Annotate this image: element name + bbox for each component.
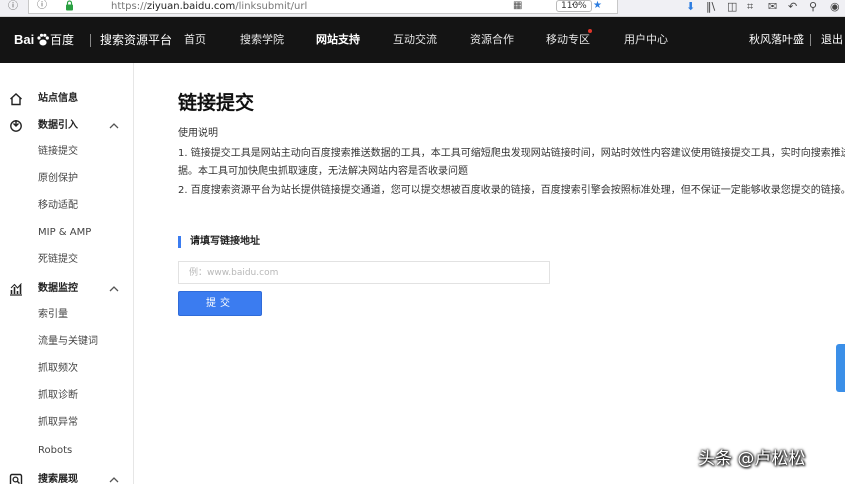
more-options-icon[interactable]: ··· xyxy=(571,0,581,12)
sidebar-group-label: 数据监控 xyxy=(38,283,78,294)
link-icon[interactable]: ⚲ xyxy=(809,1,817,13)
sidebar-item-crawl-errors[interactable]: 抓取异常 xyxy=(38,414,78,432)
logout-link[interactable]: 退出 xyxy=(821,31,843,49)
sidebar-group-label: 数据引入 xyxy=(38,120,78,131)
sidebar-item-crawl-diagnosis[interactable]: 抓取诊断 xyxy=(38,387,78,405)
sidebar-group-label: 搜索展现 xyxy=(38,474,78,484)
section-accent-bar xyxy=(178,236,181,248)
home-icon xyxy=(10,93,22,106)
qr-code-icon[interactable]: ▦ xyxy=(513,0,522,12)
paw-icon xyxy=(37,33,49,46)
notification-dot xyxy=(588,29,592,33)
usage-title: 使用说明 xyxy=(178,128,218,139)
sidebar-group-data-monitor[interactable]: 数据监控 xyxy=(0,279,134,299)
user-name[interactable]: 秋风落叶盛 xyxy=(749,31,804,49)
nav-search-academy[interactable]: 搜索学院 xyxy=(240,31,284,49)
nav-resource-cooperation[interactable]: 资源合作 xyxy=(470,31,514,49)
feedback-float-tab[interactable] xyxy=(836,344,845,392)
platform-name: 搜索资源平台 xyxy=(100,33,173,47)
nav-site-support[interactable]: 网站支持 xyxy=(316,31,360,49)
sidebar-item-index-volume[interactable]: 索引量 xyxy=(38,306,68,324)
download-icon[interactable]: ⬇ xyxy=(686,1,695,13)
search-display-icon xyxy=(9,473,23,484)
sidebar-item-robots[interactable]: Robots xyxy=(38,442,72,460)
crop-icon[interactable]: ⌗ xyxy=(747,1,753,13)
url-path: /linksubmit/url xyxy=(235,1,308,12)
link-url-input[interactable] xyxy=(178,261,550,284)
url-text: https://ziyuan.baidu.com/linksubmit/url xyxy=(111,0,307,13)
submit-button[interactable]: 提交 xyxy=(178,291,262,316)
address-bar[interactable]: ⓘ https://ziyuan.baidu.com/linksubmit/ur… xyxy=(28,0,618,14)
url-prefix: https:// xyxy=(111,1,147,12)
page-root: ⓘ ⓘ https://ziyuan.baidu.com/linksubmit/… xyxy=(0,0,845,484)
nav-mobile-zone[interactable]: 移动专区 xyxy=(546,31,590,49)
sidebar-group-search-display[interactable]: 搜索展现 xyxy=(0,470,134,484)
sidebar-item-label: 站点信息 xyxy=(38,93,78,104)
usage-line: 据。本工具可加快爬虫抓取速度，无法解决网站内容是否收录问题 xyxy=(178,166,468,177)
url-domain: ziyuan.baidu.com xyxy=(146,1,236,12)
undo-icon[interactable]: ↶ xyxy=(788,1,797,13)
top-navigation: Bai 百度 搜索资源平台 首页 搜索学院 网站支持 互动交流 资源合作 移动专… xyxy=(0,17,845,63)
sidebar-item-traffic-keywords[interactable]: 流量与关键词 xyxy=(38,333,98,351)
library-icon[interactable]: ‖\ xyxy=(706,1,715,13)
sidebar-item-mobile-adapt[interactable]: 移动适配 xyxy=(38,197,78,215)
sidebar-item-crawl-frequency[interactable]: 抓取频次 xyxy=(38,360,78,378)
sidebar-item-original-protection[interactable]: 原创保护 xyxy=(38,170,78,188)
account-icon[interactable]: ◉ xyxy=(830,1,840,13)
chevron-up-icon[interactable] xyxy=(109,122,119,129)
usage-line: 2. 百度搜索资源平台为站长提供链接提交通道，您可以提交想被百度收录的链接，百度… xyxy=(178,185,845,196)
chevron-up-icon[interactable] xyxy=(109,476,119,483)
sidebar: 站点信息 数据引入 链接提交 原创保护 移动适配 MIP & AMP 死链提交 … xyxy=(0,63,134,484)
nav-divider xyxy=(810,34,811,46)
site-info-icon[interactable]: ⓘ xyxy=(37,0,47,12)
chat-icon[interactable]: ✉ xyxy=(768,1,777,13)
page-title: 链接提交 xyxy=(178,92,255,114)
lock-icon[interactable] xyxy=(65,0,74,15)
bookmark-star-icon[interactable]: ★ xyxy=(593,0,602,12)
usage-line: 1. 链接提交工具是网站主动向百度搜索推送数据的工具，本工具可缩短爬虫发现网站链… xyxy=(178,148,845,159)
browser-toolbar: ⓘ ⓘ https://ziyuan.baidu.com/linksubmit/… xyxy=(0,0,845,17)
sidebar-item-dead-link[interactable]: 死链提交 xyxy=(38,251,78,269)
chevron-up-icon[interactable] xyxy=(109,285,119,292)
section-title: 请填写链接地址 xyxy=(190,236,260,247)
nav-home[interactable]: 首页 xyxy=(184,31,206,49)
nav-interaction[interactable]: 互动交流 xyxy=(393,31,437,49)
logo-divider xyxy=(90,34,91,47)
chart-icon xyxy=(10,283,22,296)
sidebar-toggle-icon[interactable]: ◫ xyxy=(727,1,737,13)
logo-text-bai: Bai xyxy=(14,32,35,47)
logo-text-du: 百度 xyxy=(50,33,75,47)
info-icon[interactable]: ⓘ xyxy=(8,1,18,13)
sidebar-item-site-info[interactable]: 站点信息 xyxy=(0,89,134,109)
sidebar-item-link-submit[interactable]: 链接提交 xyxy=(38,143,78,161)
nav-user-center[interactable]: 用户中心 xyxy=(624,31,668,49)
data-import-icon xyxy=(10,120,22,132)
watermark: 头条 @卢松松 xyxy=(698,449,806,469)
sidebar-group-data-import[interactable]: 数据引入 xyxy=(0,116,134,136)
sidebar-item-mip-amp[interactable]: MIP & AMP xyxy=(38,224,91,242)
